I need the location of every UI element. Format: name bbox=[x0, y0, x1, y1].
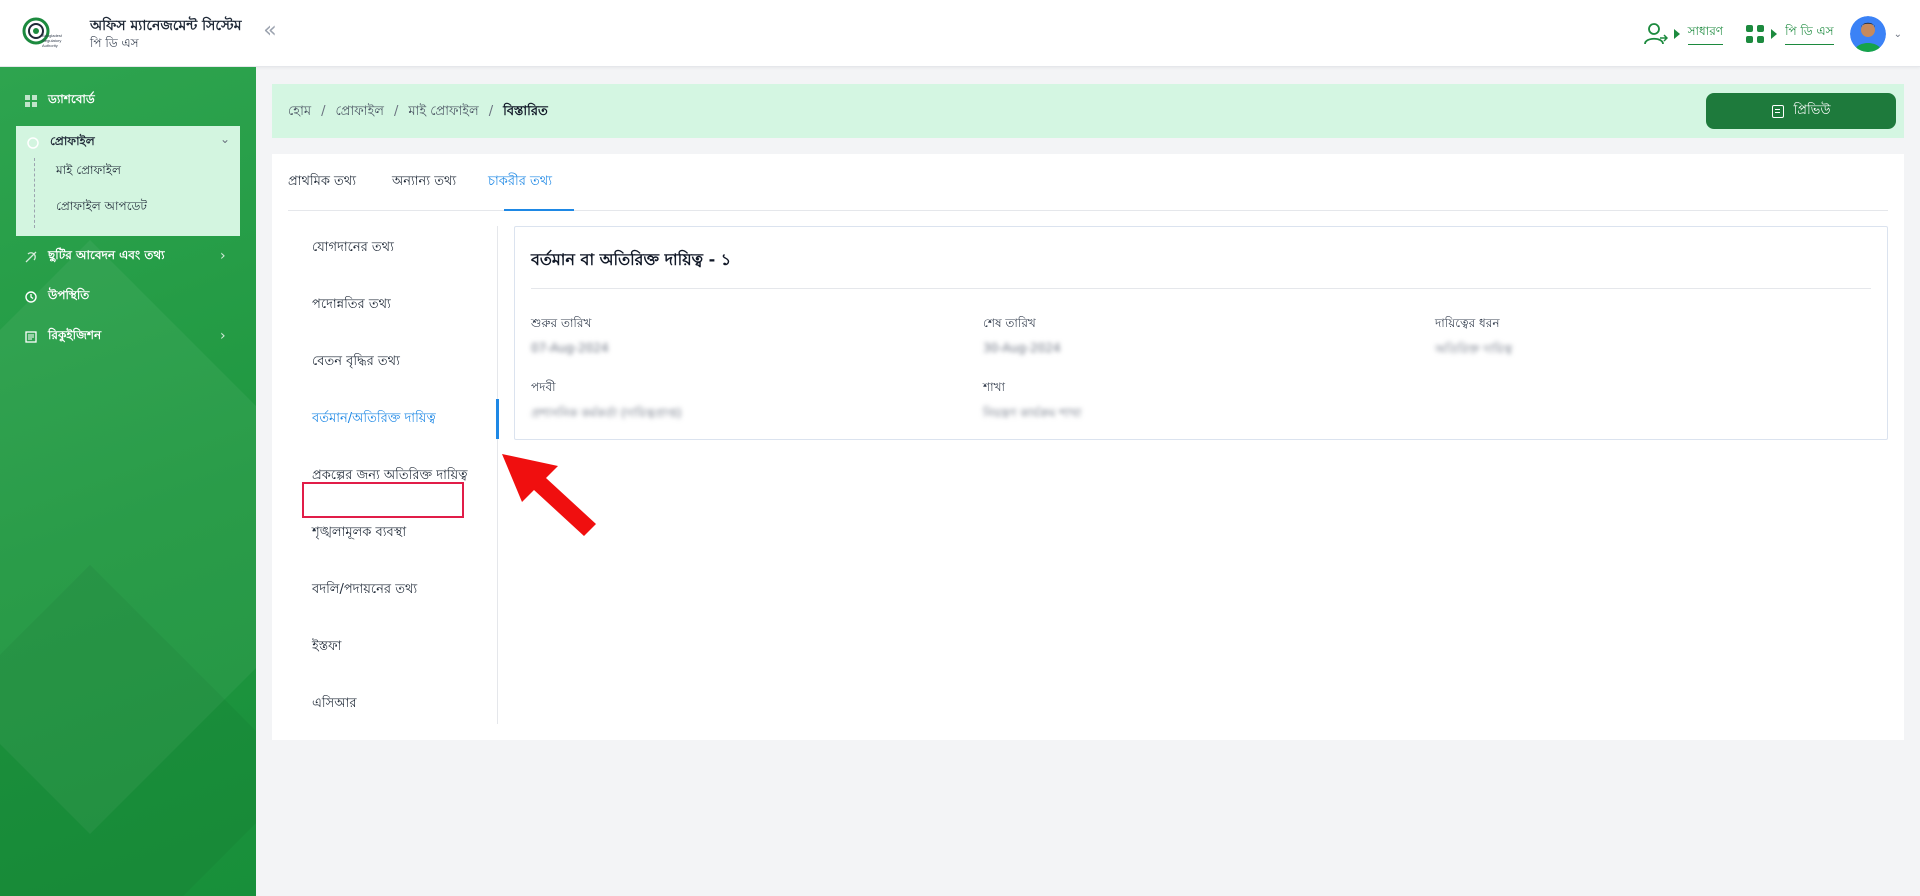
subnav-transfer-posting[interactable]: বদলি/পদায়নের তথ্য bbox=[312, 580, 417, 601]
chevron-right-icon: › bbox=[220, 248, 226, 264]
breadcrumb-profile[interactable]: প্রোফাইল bbox=[335, 104, 383, 119]
preview-button[interactable]: প্রিভিউ bbox=[1706, 93, 1896, 129]
breadcrumb-home[interactable]: হোম bbox=[288, 104, 311, 119]
caret-right-icon bbox=[1673, 29, 1680, 39]
module-switcher[interactable]: পি ডি এস bbox=[1745, 23, 1834, 45]
app-subtitle: পি ডি এস bbox=[90, 36, 139, 50]
end-date-value: 30-Aug-2024 bbox=[983, 341, 1061, 355]
sidebar-item-profile[interactable]: প্রোফাইল bbox=[26, 133, 95, 153]
submenu-guide-line bbox=[34, 158, 35, 228]
subnav-disciplinary-action[interactable]: শৃঙ্খলামূলক ব্যবস্থা bbox=[312, 523, 406, 544]
subnav-joining-info[interactable]: যোগদানের তথ্য bbox=[312, 238, 394, 259]
chevron-down-icon[interactable]: ⌄ bbox=[220, 132, 230, 146]
branch-label: শাখা bbox=[983, 380, 1005, 394]
clock-icon bbox=[24, 290, 38, 304]
module-link[interactable]: পি ডি এস bbox=[1785, 23, 1834, 45]
document-icon bbox=[1771, 104, 1784, 118]
active-subnav-indicator bbox=[496, 399, 499, 439]
subnav-project-additional-duty[interactable]: প্রকল্পের জন্য অতিরিক্ত দায়িত্ব bbox=[312, 466, 467, 487]
end-date-label: শেষ তারিখ bbox=[983, 316, 1036, 330]
header-actions: সাধারণ পি ডি এস ⌄ bbox=[1622, 14, 1902, 54]
content-card: প্রাথমিক তথ্য অন্যান্য তথ্য চাকরীর তথ্য … bbox=[272, 154, 1904, 740]
sidebar-item-attendance[interactable]: উপস্থিতি bbox=[24, 286, 89, 308]
job-info-subnav: যোগদানের তথ্য পদোন্নতির তথ্য বেতন বৃদ্ধি… bbox=[288, 226, 499, 724]
sidebar-group-profile: প্রোফাইল ⌄ মাই প্রোফাইল প্রোফাইল আপডেট bbox=[16, 126, 240, 236]
requisition-icon bbox=[24, 330, 38, 344]
designation-value: প্রশাসনিক কর্মকর্তা (দায়িত্বপ্রাপ্ত) bbox=[531, 406, 682, 420]
sidebar-item-label: রিকুইজিশন bbox=[48, 328, 102, 342]
subnav-resignation[interactable]: ইস্তফা bbox=[312, 637, 341, 658]
duty-type-label: দায়িত্বের ধরন bbox=[1435, 316, 1500, 330]
user-switch-icon bbox=[1643, 23, 1668, 45]
branch-value: নিয়ন্ত্রণ কার্যক্রম শাখা bbox=[983, 406, 1082, 420]
sidebar-collapse-button[interactable]: « bbox=[258, 20, 282, 44]
sidebar-item-leave[interactable]: ছুটির আবেদন এবং তথ্য bbox=[24, 246, 165, 268]
breadcrumb-current: বিস্তারিত bbox=[503, 104, 548, 119]
profile-icon bbox=[26, 136, 40, 150]
subnav-increment-info[interactable]: বেতন বৃদ্ধির তথ্য bbox=[312, 352, 400, 373]
authority-logo: Bangladesh Regulatory Authority bbox=[22, 17, 62, 48]
breadcrumb-separator: / bbox=[488, 104, 494, 119]
sidebar-item-dashboard[interactable]: ড্যাশবোর্ড bbox=[24, 90, 95, 112]
sidebar-item-label: উপস্থিতি bbox=[48, 288, 90, 302]
sidebar: ড্যাশবোর্ড প্রোফাইল ⌄ মাই প্রোফাইল প্রোফ… bbox=[0, 67, 256, 896]
breadcrumb: হোম / প্রোফাইল / মাই প্রোফাইল / বিস্তারিত bbox=[288, 102, 548, 123]
user-avatar[interactable] bbox=[1849, 16, 1886, 52]
caret-right-icon bbox=[1771, 29, 1778, 39]
start-date-label: শুরুর তারিখ bbox=[531, 316, 592, 330]
duty-type-value: অতিরিক্ত দায়িত্ব bbox=[1435, 342, 1513, 356]
leave-icon bbox=[24, 250, 38, 264]
breadcrumb-my-profile[interactable]: মাই প্রোফাইল bbox=[408, 104, 478, 119]
sidebar-item-label: প্রোফাইল bbox=[50, 134, 95, 148]
duty-detail-panel: বর্তমান বা অতিরিক্ত দায়িত্ব - ১ শুরুর ত… bbox=[514, 226, 1888, 440]
chevron-down-icon[interactable]: ⌄ bbox=[1894, 29, 1902, 40]
tab-bar: প্রাথমিক তথ্য অন্যান্য তথ্য চাকরীর তথ্য bbox=[288, 154, 1888, 211]
subnav-acr[interactable]: এসিআর bbox=[312, 694, 357, 715]
preview-button-label: প্রিভিউ bbox=[1793, 102, 1831, 118]
apps-grid-icon bbox=[1746, 25, 1765, 43]
dashboard-icon bbox=[24, 94, 38, 108]
start-date-value: 07-Aug-2024 bbox=[531, 341, 609, 355]
divider bbox=[531, 288, 1871, 289]
tab-basic-info[interactable]: প্রাথমিক তথ্য bbox=[288, 172, 356, 193]
subnav-promotion-info[interactable]: পদোন্নতির তথ্য bbox=[312, 295, 391, 316]
breadcrumb-separator: / bbox=[393, 104, 399, 119]
sidebar-subitem-my-profile[interactable]: মাই প্রোফাইল bbox=[56, 162, 121, 182]
role-link[interactable]: সাধারণ bbox=[1687, 23, 1724, 45]
top-header: Bangladesh Regulatory Authority অফিস ম্য… bbox=[0, 0, 1920, 67]
chevron-right-icon: › bbox=[220, 328, 226, 344]
tab-other-info[interactable]: অন্যান্য তথ্য bbox=[392, 172, 456, 193]
annotation-arrow-icon bbox=[502, 454, 596, 536]
sidebar-item-requisition[interactable]: রিকুইজিশন bbox=[24, 326, 101, 348]
breadcrumb-bar: হোম / প্রোফাইল / মাই প্রোফাইল / বিস্তারিত প্রি… bbox=[272, 84, 1904, 138]
subnav-current-additional-duty[interactable]: বর্তমান/অতিরিক্ত দায়িত্ব bbox=[312, 409, 436, 430]
active-tab-indicator bbox=[504, 209, 574, 211]
sidebar-subitem-profile-update[interactable]: প্রোফাইল আপডেট bbox=[56, 198, 147, 218]
tab-job-info[interactable]: চাকরীর তথ্য bbox=[488, 172, 552, 193]
detail-title: বর্তমান বা অতিরিক্ত দায়িত্ব - ১ bbox=[531, 250, 732, 269]
sidebar-item-label: ছুটির আবেদন এবং তথ্য bbox=[48, 248, 165, 262]
breadcrumb-separator: / bbox=[321, 104, 326, 119]
designation-label: পদবী bbox=[531, 380, 556, 394]
role-switcher[interactable]: সাধারণ bbox=[1643, 23, 1724, 45]
sidebar-item-label: ড্যাশবোর্ড bbox=[48, 92, 95, 106]
svg-text:Authority: Authority bbox=[42, 43, 58, 48]
